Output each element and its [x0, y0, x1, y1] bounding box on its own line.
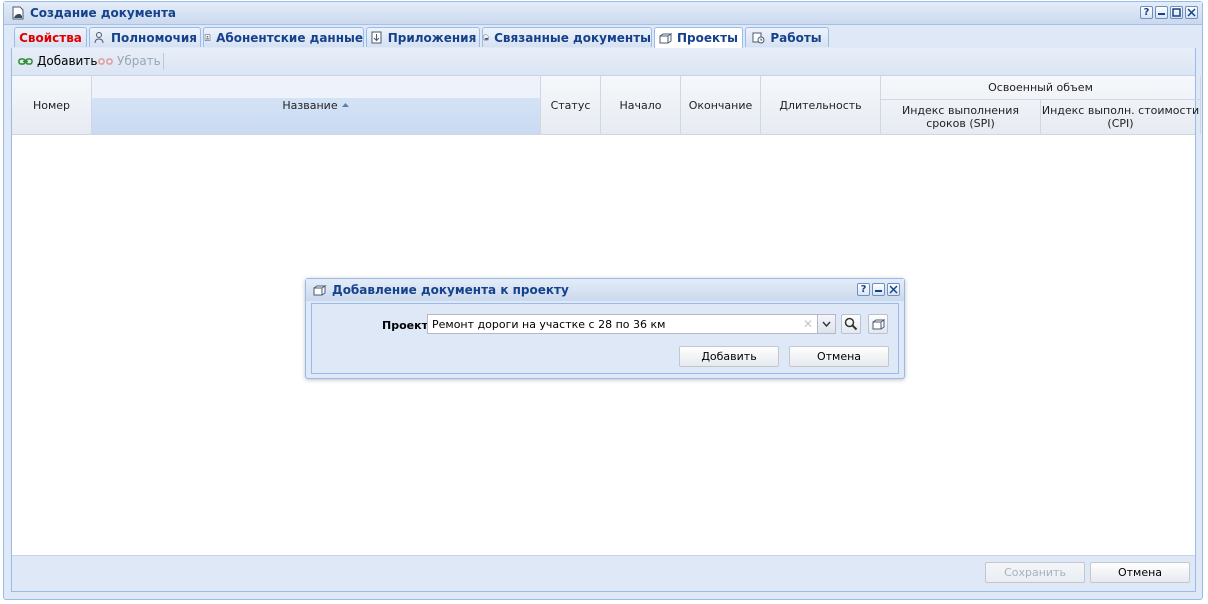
close-icon[interactable] — [887, 283, 900, 296]
column-cpi[interactable]: Индекс выполн. стоимости (CPI) — [1041, 100, 1201, 134]
tab-properties-label: Свойства — [19, 30, 82, 45]
grid-header: Номер Название Статус Начало Окончание Д… — [12, 76, 1201, 135]
project-combobox[interactable]: Ремонт дороги на участке с 28 по 36 км ✕ — [427, 314, 836, 334]
project-combobox-value: Ремонт дороги на участке с 28 по 36 км — [432, 318, 666, 331]
dialog-add-button[interactable]: Добавить — [679, 346, 779, 367]
tasks-clock-icon — [752, 32, 765, 44]
project-box-icon — [659, 32, 673, 43]
tab-works[interactable]: Работы — [745, 27, 829, 47]
column-end[interactable]: Окончание — [681, 76, 761, 134]
cancel-button[interactable]: Отмена — [1090, 562, 1190, 583]
column-spi[interactable]: Индекс выполнения сроков (SPI) — [881, 100, 1041, 134]
save-button[interactable]: Сохранить — [985, 562, 1085, 583]
minimize-icon[interactable] — [1155, 6, 1168, 19]
column-start[interactable]: Начало — [601, 76, 681, 134]
search-icon[interactable] — [841, 314, 861, 334]
window-footer: Сохранить Отмена — [12, 555, 1195, 591]
grid-toolbar: Добавить Убрать — [12, 48, 1195, 76]
tab-properties[interactable]: Свойства — [14, 27, 87, 47]
dialog-titlebar[interactable]: Добавление документа к проекту ? — [306, 279, 904, 301]
open-project-icon[interactable] — [868, 314, 888, 334]
window-titlebar[interactable]: Создание документа ? — [4, 2, 1202, 25]
window-title: Создание документа — [30, 6, 177, 20]
attachment-download-icon — [371, 31, 382, 44]
minimize-icon[interactable] — [872, 283, 885, 296]
tab-linked-documents-label: Связанные документы — [494, 30, 651, 45]
project-field-label: Проект: — [382, 319, 433, 332]
add-button-label: Добавить — [37, 54, 98, 68]
sort-ascending-icon — [341, 103, 349, 107]
tab-projects-label: Проекты — [677, 31, 738, 45]
user-key-icon — [94, 32, 104, 44]
tab-subscriber-data-label: Абонентские данные — [216, 30, 363, 45]
tab-permissions-label: Полномочия — [110, 30, 197, 45]
tab-attachments[interactable]: Приложения — [366, 27, 480, 47]
tab-projects[interactable]: Проекты — [654, 27, 743, 48]
tab-permissions[interactable]: Полномочия — [89, 27, 201, 47]
dialog-body: Проект: Ремонт дороги на участке с 28 по… — [311, 303, 899, 374]
link-add-icon — [18, 57, 33, 65]
remove-button[interactable]: Убрать — [98, 54, 161, 68]
column-status[interactable]: Статус — [541, 76, 601, 134]
linked-document-icon — [483, 34, 489, 41]
project-box-icon — [313, 285, 327, 296]
help-icon[interactable]: ? — [1140, 6, 1153, 19]
close-icon[interactable] — [1185, 6, 1198, 19]
column-number[interactable]: Номер — [12, 76, 92, 134]
column-name[interactable]: Название — [92, 76, 541, 134]
clear-icon[interactable]: ✕ — [803, 317, 813, 331]
link-remove-icon — [98, 57, 113, 65]
dialog-cancel-button[interactable]: Отмена — [789, 346, 889, 367]
remove-button-label: Убрать — [117, 54, 161, 68]
tab-attachments-label: Приложения — [387, 30, 477, 45]
dialog-title: Добавление документа к проекту — [332, 283, 569, 297]
add-button[interactable]: Добавить — [18, 54, 97, 68]
add-to-project-dialog: Добавление документа к проекту ? Проект:… — [305, 278, 905, 379]
toolbar-separator — [163, 53, 164, 70]
tab-strip: Свойства Полномочия Абонентские данные П… — [11, 27, 1196, 49]
document-icon — [12, 6, 24, 20]
chevron-down-icon[interactable] — [817, 315, 835, 333]
tab-linked-documents[interactable]: Связанные документы — [482, 27, 652, 47]
help-icon[interactable]: ? — [857, 283, 870, 296]
tab-subscriber-data[interactable]: Абонентские данные — [203, 27, 364, 47]
maximize-icon[interactable] — [1170, 6, 1183, 19]
contact-card-icon — [204, 34, 211, 41]
column-group-earned-value: Освоенный объем — [881, 76, 1201, 100]
tab-works-label: Работы — [770, 30, 822, 45]
column-duration[interactable]: Длительность — [761, 76, 881, 134]
